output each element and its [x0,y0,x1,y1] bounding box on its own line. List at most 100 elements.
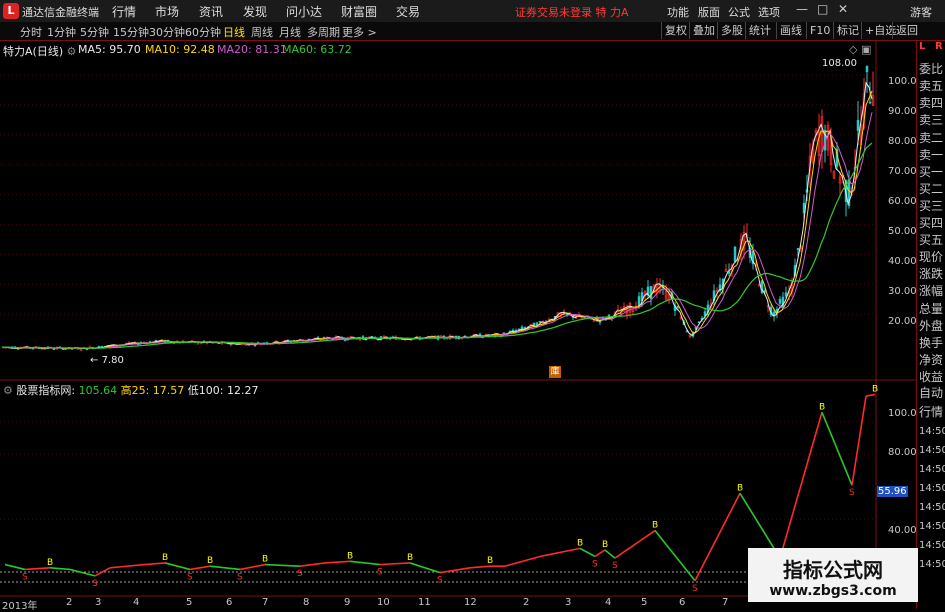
f10-button[interactable]: F10 [806,22,833,39]
price-tick: 80.00 [888,136,917,147]
menu-discover[interactable]: 发现 [243,3,267,20]
candle-body [253,344,257,347]
tick-time: 14:50 [919,502,945,513]
menu-layout[interactable]: 版面 [698,4,720,20]
menu-wealth-circle[interactable]: 财富圈 [341,3,377,20]
signal-marker: S [849,488,855,498]
tick-time: 14:50 [919,521,945,532]
signal-marker: S [187,572,193,582]
period-tab[interactable]: 更多 > [342,24,377,40]
app-logo: L [3,3,19,19]
signal-marker: B [262,555,268,565]
signal-marker: B [577,538,583,548]
time-axis-label: 9 [344,597,351,608]
chart-toggle-icon[interactable]: ◇ ▣ [849,43,871,56]
signal-marker: S [377,568,383,578]
period-tab[interactable]: 分时 [20,24,42,40]
period-tab[interactable]: 5分钟 [80,24,109,40]
candle-body [52,348,56,350]
indicator-segment [49,567,71,571]
signal-marker: B [652,521,658,531]
time-axis-label: 3 [565,597,572,608]
indicator-segment [851,395,867,486]
signal-marker: B [872,384,878,394]
time-axis-label: 2 [66,597,73,608]
signal-marker: B [407,553,413,563]
period-tab[interactable]: 15分钟 [113,24,149,40]
indicator-segment [594,549,606,558]
time-axis-label: 5 [641,597,648,608]
statistics-button[interactable]: 统计 [745,22,774,39]
quote-field-label: 卖二 [919,130,944,145]
tick-time: 14:50 [919,426,945,437]
quote-field-label: 卖四 [919,96,944,111]
price-tick: 70.00 [888,166,917,177]
indicator-tick: 80.00 [888,447,917,458]
quote-field-label: 买五 [919,233,944,248]
back-button[interactable]: 返回 [892,22,921,39]
period-tab[interactable]: 周线 [251,24,273,40]
time-axis-label: 10 [377,597,390,608]
menu-function[interactable]: 功能 [667,4,689,20]
time-axis-label: 7 [262,597,269,608]
time-axis-label: 5 [186,597,193,608]
period-tab[interactable]: 月线 [279,24,301,40]
mark-button[interactable]: 标记 [833,22,862,39]
restore-rights-button[interactable]: 复权 [661,22,690,39]
candle-body [607,314,611,317]
signal-marker: B [602,540,608,550]
time-axis-label: 8 [303,597,310,608]
signal-marker: S [92,579,98,589]
event-marker[interactable]: 庫 [549,366,561,378]
indicator-segment [264,563,301,567]
indicator-settings-icon[interactable]: ⚙ [3,384,13,397]
menu-formula[interactable]: 公式 [728,4,750,20]
candle-body [865,65,869,73]
signal-marker: B [207,556,213,566]
close-icon[interactable]: ✕ [838,2,848,16]
time-axis-label: 4 [605,597,612,608]
quote-field-label: 净资 [919,352,944,367]
tick-time: 14:50 [919,445,945,456]
minimize-icon[interactable]: — [796,2,808,16]
watermark-url: www.zbgs3.com [769,583,897,599]
menu-market[interactable]: 市场 [155,3,179,20]
tick-time: 14:50 [919,559,945,570]
menu-ask-xiaoda[interactable]: 问小达 [286,3,322,20]
time-axis-label: 6 [679,597,686,608]
indicator-gridlines [0,421,876,520]
menu-news[interactable]: 资讯 [199,3,223,20]
indicator-segment [189,565,211,571]
low-price-label: ← 7.80 [90,355,124,366]
period-tab[interactable]: 1分钟 [47,24,76,40]
guest-button[interactable]: 游客 [910,4,932,20]
ma20-line [1,112,873,349]
indicator-segment [821,411,853,486]
indicator-segment [109,563,146,569]
signal-marker: B [47,558,53,568]
menu-trade[interactable]: 交易 [396,3,420,20]
indicator-header: ⚙ 股票指标网: 105.64 高25: 17.57 低100: 12.27 [3,384,259,397]
indicator-segment [379,562,411,566]
period-tab[interactable]: 日线 [223,24,245,40]
period-tab[interactable]: 多周期 [307,24,340,40]
maximize-icon[interactable]: □ [817,2,828,16]
time-axis-label: 4 [133,597,140,608]
overlay-button[interactable]: 叠加 [689,22,718,39]
signal-marker: S [692,584,698,594]
time-axis-label: 7 [722,597,729,608]
indicator-segment [164,562,191,571]
price-tick: 30.00 [888,286,917,297]
draw-line-button[interactable]: 画线 [776,22,805,39]
indicator-segment [604,549,616,559]
period-tab[interactable]: 60分钟 [185,24,221,40]
period-tab[interactable]: 30分钟 [149,24,185,40]
indicator-segment [209,565,241,571]
quote-field-label: 涨幅 [919,284,944,299]
kline-chart[interactable]: SBSBSBSBSBSBSBBSBSBSBSBSB [0,41,916,609]
multi-stock-button[interactable]: 多股 [717,22,746,39]
signal-marker: S [612,561,618,571]
tick-time: 14:50 [919,464,945,475]
menu-options[interactable]: 选项 [758,4,780,20]
menu-market-quotes[interactable]: 行情 [112,3,136,20]
